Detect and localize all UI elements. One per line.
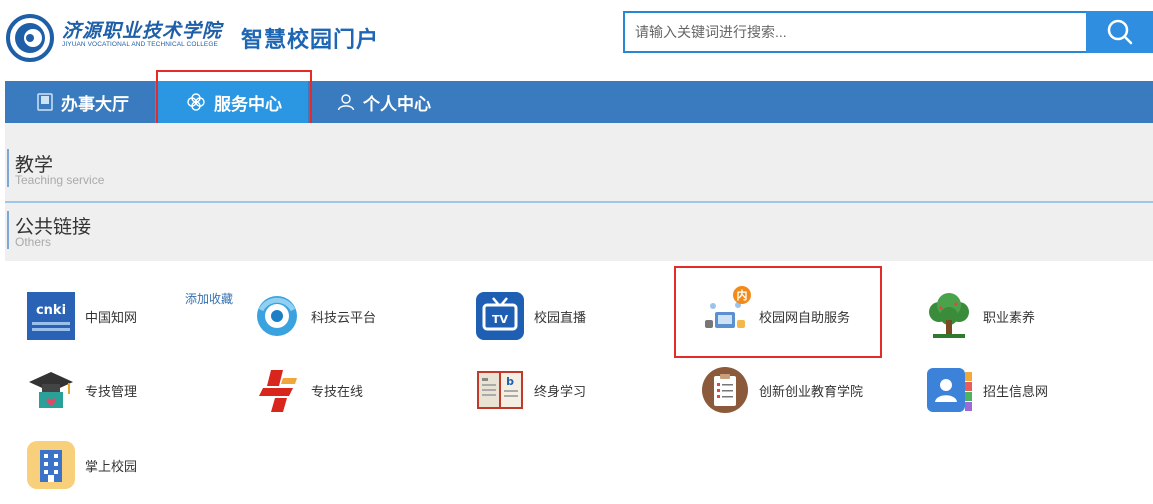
link-label: 终身学习 <box>534 383 587 399</box>
section-subtitle: Others <box>15 235 52 249</box>
main-nav: 办事大厅 服务中心 个人中心 <box>5 81 1153 123</box>
user-icon <box>337 93 355 111</box>
tree-icon <box>925 292 973 340</box>
cloud-platform-icon <box>253 292 301 340</box>
link-label: 校园直播 <box>534 309 587 325</box>
red-logo-icon <box>253 366 301 414</box>
search-button[interactable] <box>1086 11 1153 53</box>
link-professional-management[interactable]: 专技管理 <box>27 363 137 417</box>
header: 济源职业技术学院 JIYUAN VOCATIONAL AND TECHNICAL… <box>0 0 1153 78</box>
portal-title: 智慧校园门户 <box>241 27 380 52</box>
cnki-icon: cnki <box>27 292 75 340</box>
contacts-icon <box>925 366 973 414</box>
add-favorite-link[interactable]: 添加收藏 <box>185 290 233 307</box>
link-label: 专技管理 <box>85 383 138 399</box>
nav-item-service-hall[interactable]: 办事大厅 <box>5 81 155 123</box>
nav-label: 办事大厅 <box>61 94 129 114</box>
link-label: 科技云平台 <box>311 309 377 325</box>
internal-badge: 内 <box>733 286 751 304</box>
link-innovation-college[interactable]: 创新创业教育学院 <box>701 363 863 417</box>
link-lifelong-learning[interactable]: b 终身学习 <box>476 363 586 417</box>
svg-text:cnki: cnki <box>36 303 66 318</box>
links-grid: 添加收藏 cnki 中国知网 科技云平台 TV 校园直播 校园网自助服务 职业素… <box>5 261 1153 504</box>
nav-item-service-center[interactable]: 服务中心 <box>155 81 308 123</box>
school-name-cn: 济源职业技术学院 <box>62 20 223 42</box>
section-teaching: 教学 Teaching service <box>5 123 1153 201</box>
link-label: 掌上校园 <box>85 458 138 474</box>
link-admission-info[interactable]: 招生信息网 <box>925 363 1048 417</box>
section-divider <box>7 149 9 187</box>
book-icon: b <box>476 366 524 414</box>
link-label: 中国知网 <box>85 309 138 325</box>
clover-icon <box>186 92 206 112</box>
link-career-literacy[interactable]: 职业素养 <box>925 289 1035 343</box>
nav-item-personal-center[interactable]: 个人中心 <box>308 81 448 123</box>
search-input[interactable] <box>623 11 1086 53</box>
link-label: 招生信息网 <box>983 383 1049 399</box>
link-label: 创新创业教育学院 <box>759 383 864 399</box>
link-mobile-campus[interactable]: 掌上校园 <box>27 438 137 492</box>
document-icon <box>37 93 53 111</box>
link-label: 专技在线 <box>311 383 364 399</box>
graduation-cap-icon <box>27 366 75 414</box>
nav-label: 个人中心 <box>363 94 431 114</box>
school-emblem-icon <box>6 14 54 62</box>
section-others: 公共链接 Others <box>5 201 1153 261</box>
svg-text:TV: TV <box>492 313 509 326</box>
link-network-self-service[interactable]: 校园网自助服务 <box>701 289 850 343</box>
search-icon <box>1107 19 1132 45</box>
section-divider <box>7 211 9 249</box>
link-cnki[interactable]: cnki 中国知网 <box>27 289 137 343</box>
link-label: 职业素养 <box>983 309 1036 325</box>
link-label: 校园网自助服务 <box>759 309 851 325</box>
tv-icon: TV <box>476 292 524 340</box>
link-tech-cloud[interactable]: 科技云平台 <box>253 289 376 343</box>
section-subtitle: Teaching service <box>15 173 105 187</box>
school-name-en: JIYUAN VOCATIONAL AND TECHNICAL COLLEGE <box>62 41 218 48</box>
link-professional-online[interactable]: 专技在线 <box>253 363 363 417</box>
svg-text:b: b <box>506 375 514 388</box>
portal-page: 济源职业技术学院 JIYUAN VOCATIONAL AND TECHNICAL… <box>0 0 1153 504</box>
link-campus-live[interactable]: TV 校园直播 <box>476 289 586 343</box>
nav-label: 服务中心 <box>214 94 282 114</box>
clipboard-icon <box>701 366 749 414</box>
building-icon <box>27 441 75 489</box>
